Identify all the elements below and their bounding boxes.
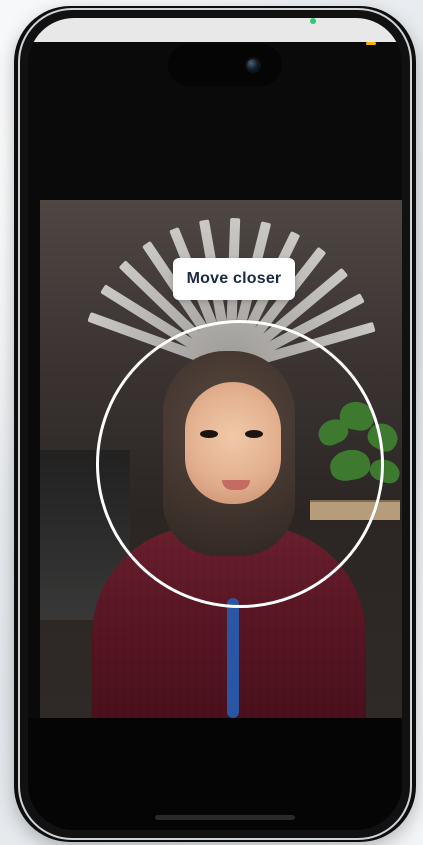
phone-screen: Move closer <box>28 18 402 830</box>
front-camera-icon <box>247 59 259 71</box>
phone-frame: Move closer <box>18 8 412 840</box>
status-accent-indicator <box>366 42 376 45</box>
lanyard-strap <box>227 598 239 718</box>
dynamic-island <box>168 44 282 86</box>
status-bar-strip <box>28 18 402 42</box>
move-closer-hint: Move closer <box>173 258 295 300</box>
home-indicator[interactable] <box>155 815 295 820</box>
face-capture-ring <box>96 320 384 608</box>
bottom-black-area <box>28 718 402 830</box>
recording-indicator-dot <box>310 18 316 24</box>
camera-preview: Move closer <box>40 200 402 718</box>
